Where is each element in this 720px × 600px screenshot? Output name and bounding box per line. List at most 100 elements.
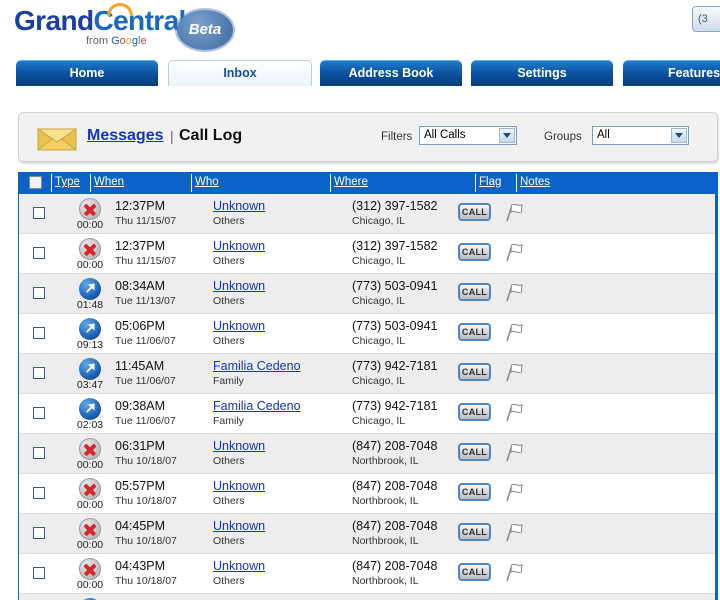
flag-icon[interactable] xyxy=(502,321,526,343)
chevron-down-icon[interactable] xyxy=(499,128,515,143)
column-header-where[interactable]: Where xyxy=(334,176,368,188)
call-button[interactable]: CALL xyxy=(458,243,491,261)
call-date: Thu 11/15/07 xyxy=(115,255,177,267)
call-duration: 00:00 xyxy=(76,459,104,471)
table-row[interactable]: 01:48 08:34AM Tue 11/13/07 Unknown Others (77… xyxy=(19,274,715,314)
groups-select[interactable]: All xyxy=(592,126,689,145)
table-row[interactable]: 03:47 11:45AM Tue 11/06/07 Familia Cedeno Fa… xyxy=(19,354,715,394)
tab-features[interactable]: Features xyxy=(623,60,720,86)
groups-label: Groups xyxy=(544,131,582,143)
table-row[interactable]: 02:03 09:38AM Tue 11/06/07 Familia Cedeno Fa… xyxy=(19,394,715,434)
column-header-flag[interactable]: Flag xyxy=(479,176,501,188)
row-checkbox[interactable] xyxy=(33,327,45,339)
call-time: 08:34AM xyxy=(115,279,166,293)
row-checkbox[interactable] xyxy=(33,447,45,459)
flag-icon[interactable] xyxy=(502,241,526,263)
table-row[interactable]: 09:13 05:06PM Tue 11/06/07 Unknown Others (77… xyxy=(19,314,715,354)
table-row[interactable]: 00:00 12:37PM Thu 11/15/07 Unknown Others (31… xyxy=(19,234,715,274)
tab-settings[interactable]: Settings xyxy=(471,60,613,86)
row-checkbox[interactable] xyxy=(33,487,45,499)
column-header-notes[interactable]: Notes xyxy=(520,176,550,188)
incoming-call-icon xyxy=(79,278,101,300)
row-checkbox[interactable] xyxy=(33,567,45,579)
contact-link[interactable]: Unknown xyxy=(213,479,265,493)
flag-icon[interactable] xyxy=(502,441,526,463)
column-header-who[interactable]: Who xyxy=(195,176,219,188)
flag-icon[interactable] xyxy=(502,401,526,423)
contact-link[interactable]: Unknown xyxy=(213,319,265,333)
missed-call-icon xyxy=(79,518,101,540)
call-date: Thu 10/18/07 xyxy=(115,455,177,467)
row-checkbox[interactable] xyxy=(33,407,45,419)
tab-home[interactable]: Home xyxy=(16,60,158,86)
call-time: 04:43PM xyxy=(115,559,166,573)
table-row[interactable]: 00:00 04:45PM Thu 10/18/07 Unknown Others (84… xyxy=(19,514,715,554)
tab-inbox[interactable]: Inbox xyxy=(168,60,312,86)
row-checkbox[interactable] xyxy=(33,247,45,259)
call-duration: 01:48 xyxy=(76,299,104,311)
phone-number: (847) 208-7048 xyxy=(352,519,438,533)
call-button[interactable]: CALL xyxy=(458,323,491,341)
call-date: Thu 10/18/07 xyxy=(115,495,177,507)
contact-link[interactable]: Unknown xyxy=(213,439,265,453)
row-checkbox[interactable] xyxy=(33,207,45,219)
message-count-button[interactable]: (3 xyxy=(692,6,720,32)
caller-location: Northbrook, IL xyxy=(352,495,419,507)
call-button[interactable]: CALL xyxy=(458,403,491,421)
call-button[interactable]: CALL xyxy=(458,203,491,221)
filters-select[interactable]: All Calls xyxy=(419,126,517,145)
chevron-down-icon[interactable] xyxy=(671,128,687,143)
call-duration: 00:00 xyxy=(76,259,104,271)
call-button[interactable]: CALL xyxy=(458,363,491,381)
call-button[interactable]: CALL xyxy=(458,563,491,581)
filters-selected-value: All Calls xyxy=(424,129,466,141)
caller-location: Chicago, IL xyxy=(352,375,406,387)
select-all-checkbox[interactable] xyxy=(29,176,42,189)
row-checkbox[interactable] xyxy=(33,367,45,379)
flag-icon[interactable] xyxy=(502,561,526,583)
table-row[interactable]: 00:00 05:57PM Thu 10/18/07 Unknown Others (84… xyxy=(19,474,715,514)
row-checkbox[interactable] xyxy=(33,287,45,299)
table-row[interactable]: 00:00 12:37PM Thu 11/15/07 Unknown Others (31… xyxy=(19,194,715,234)
logo-grand-text: Grand xyxy=(14,5,94,36)
call-button[interactable]: CALL xyxy=(458,283,491,301)
phone-number: (773) 942-7181 xyxy=(352,399,438,413)
messages-link[interactable]: Messages xyxy=(87,127,164,145)
flag-icon[interactable] xyxy=(502,361,526,383)
call-time: 05:57PM xyxy=(115,479,166,493)
flag-icon[interactable] xyxy=(502,521,526,543)
call-log-table: Type When Who Where Flag Notes 00:00 12:3… xyxy=(18,172,718,600)
tab-address-book[interactable]: Address Book xyxy=(320,60,462,86)
contact-link[interactable]: Familia Cedeno xyxy=(213,399,301,413)
call-button[interactable]: CALL xyxy=(458,483,491,501)
flag-icon[interactable] xyxy=(502,201,526,223)
column-header-type[interactable]: Type xyxy=(55,176,80,188)
table-row[interactable] xyxy=(19,594,715,600)
contact-link[interactable]: Familia Cedeno xyxy=(213,359,301,373)
column-header-when[interactable]: When xyxy=(94,176,124,188)
contact-link[interactable]: Unknown xyxy=(213,239,265,253)
phone-number: (312) 397-1582 xyxy=(352,199,438,213)
call-duration: 00:00 xyxy=(76,579,104,591)
contact-group: Family xyxy=(213,375,244,387)
call-date: Tue 11/06/07 xyxy=(115,335,176,347)
table-row[interactable]: 00:00 04:43PM Thu 10/18/07 Unknown Others (84… xyxy=(19,554,715,594)
envelope-icon xyxy=(36,128,78,151)
contact-link[interactable]: Unknown xyxy=(213,559,265,573)
call-duration: 03:47 xyxy=(76,379,104,391)
flag-icon[interactable] xyxy=(502,281,526,303)
call-button[interactable]: CALL xyxy=(458,523,491,541)
missed-call-icon xyxy=(79,558,101,580)
caller-location: Northbrook, IL xyxy=(352,455,419,467)
table-row[interactable]: 00:00 06:31PM Thu 10/18/07 Unknown Others (84… xyxy=(19,434,715,474)
call-button[interactable]: CALL xyxy=(458,443,491,461)
brand-logo[interactable]: GrandCentral from Google Beta xyxy=(14,3,233,52)
flag-icon[interactable] xyxy=(502,481,526,503)
phone-number: (312) 397-1582 xyxy=(352,239,438,253)
contact-link[interactable]: Unknown xyxy=(213,519,265,533)
row-checkbox[interactable] xyxy=(33,527,45,539)
call-time: 12:37PM xyxy=(115,239,166,253)
contact-link[interactable]: Unknown xyxy=(213,279,265,293)
contact-link[interactable]: Unknown xyxy=(213,199,265,213)
caller-location: Chicago, IL xyxy=(352,295,406,307)
